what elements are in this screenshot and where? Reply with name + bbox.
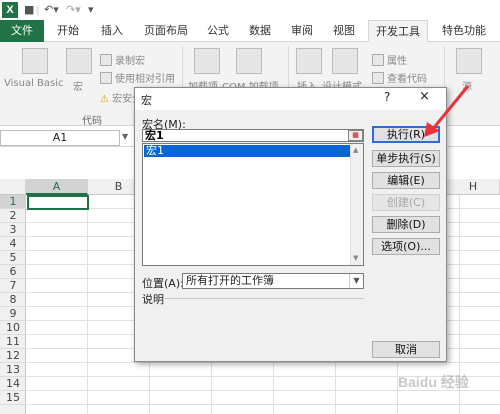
view-code-label: 查看代码 (387, 74, 427, 85)
description-label: 说明 (142, 293, 164, 306)
row-header[interactable]: 6 (0, 265, 26, 279)
dialog-title: 宏 (141, 94, 152, 107)
location-label: 位置(A): (142, 277, 184, 290)
run-button[interactable]: 执行(R) (372, 126, 440, 143)
tab-insert[interactable]: 插入 (92, 20, 132, 42)
create-button[interactable]: 创建(C) (372, 194, 440, 211)
macros-button[interactable]: 宏 (73, 78, 83, 93)
save-icon[interactable]: ■ (24, 3, 34, 17)
scroll-down-icon[interactable]: ▼ (353, 254, 358, 262)
macro-name-input[interactable]: 宏1 (142, 129, 364, 142)
row-header[interactable]: 11 (0, 335, 26, 349)
view-code-icon (372, 72, 384, 84)
title-bar: X ■ | ↶▾ ↷▾ ▾ (0, 0, 500, 20)
range-picker-icon[interactable]: ▦ (348, 130, 363, 141)
com-addins-icon (236, 48, 262, 74)
properties-label: 属性 (387, 56, 407, 67)
record-icon (100, 54, 112, 66)
column-header-a[interactable]: A (26, 179, 88, 195)
name-box[interactable]: A1 (0, 130, 120, 146)
row-header[interactable]: 1 (0, 195, 26, 209)
row-header[interactable]: 5 (0, 251, 26, 265)
row-header[interactable]: 7 (0, 279, 26, 293)
location-select[interactable]: 所有打开的工作簿 ▼ (182, 273, 364, 289)
list-item[interactable]: 宏1 (144, 145, 350, 157)
insert-control-icon (296, 48, 322, 74)
tab-developer[interactable]: 开发工具 (368, 20, 428, 42)
column-header-h[interactable]: H (447, 179, 500, 195)
row-header[interactable]: 14 (0, 377, 26, 391)
description-divider (165, 298, 364, 299)
record-macro-label: 录制宏 (115, 56, 145, 67)
macro-list[interactable]: 宏1 ▲ ▼ (142, 143, 364, 266)
tab-formulas[interactable]: 公式 (200, 20, 236, 42)
properties-button[interactable]: 属性 (372, 52, 407, 67)
row-header[interactable]: 10 (0, 321, 26, 335)
row-headers: 1 2 3 4 5 6 7 8 9 10 11 12 13 14 15 (0, 195, 26, 414)
options-button[interactable]: 选项(O)... (372, 238, 440, 255)
row-header[interactable]: 9 (0, 307, 26, 321)
tab-special[interactable]: 特色功能 (434, 20, 494, 42)
close-button[interactable]: × (419, 89, 430, 104)
row-header[interactable]: 13 (0, 363, 26, 377)
tab-file[interactable]: 文件 (0, 20, 44, 42)
tab-view[interactable]: 视图 (326, 20, 362, 42)
undo-icon[interactable]: ↶▾ (44, 3, 59, 17)
relative-ref-icon (100, 72, 112, 84)
delete-button[interactable]: 删除(D) (372, 216, 440, 233)
visual-basic-button[interactable]: Visual Basic (4, 78, 64, 89)
design-mode-icon (332, 48, 358, 74)
chevron-down-icon[interactable]: ▼ (122, 132, 128, 141)
excel-logo-icon: X (2, 2, 18, 18)
location-value: 所有打开的工作簿 (186, 274, 274, 287)
row-header[interactable]: 12 (0, 349, 26, 363)
customize-icon[interactable]: ▾ (88, 3, 94, 17)
visual-basic-icon (22, 48, 48, 74)
tab-home[interactable]: 开始 (48, 20, 88, 42)
row-header[interactable]: 4 (0, 237, 26, 251)
relative-ref-label: 使用相对引用 (115, 74, 175, 85)
tab-data[interactable]: 数据 (242, 20, 278, 42)
scroll-up-icon[interactable]: ▲ (353, 146, 358, 154)
source-icon (456, 48, 482, 74)
edit-button[interactable]: 编辑(E) (372, 172, 440, 189)
row-header[interactable]: 3 (0, 223, 26, 237)
active-cell-a1[interactable] (27, 195, 89, 210)
view-code-button[interactable]: 查看代码 (372, 70, 427, 85)
ribbon-tabs: 文件 开始 插入 页面布局 公式 数据 审阅 视图 开发工具 特色功能 (0, 20, 500, 42)
watermark: Baidu 经验 (398, 374, 469, 390)
addins-icon (194, 48, 220, 74)
step-into-button[interactable]: 单步执行(S) (372, 150, 440, 167)
warning-icon: ⚠ (100, 94, 109, 105)
source-button[interactable]: 源 (462, 78, 472, 93)
help-button[interactable]: ? (384, 90, 390, 104)
row-header[interactable]: 2 (0, 209, 26, 223)
relative-ref-button[interactable]: 使用相对引用 (100, 70, 175, 85)
record-macro-button[interactable]: 录制宏 (100, 52, 145, 67)
row-header[interactable]: 15 (0, 391, 26, 405)
code-group-label: 代码 (82, 116, 102, 127)
macro-dialog: 宏 ? × 宏名(M): 宏1 ▦ 宏1 ▲ ▼ 位置(A): 所有打开的工作簿… (134, 87, 447, 362)
chevron-down-icon[interactable]: ▼ (349, 274, 363, 288)
quick-access-separator: | (36, 3, 40, 16)
scrollbar[interactable]: ▲ ▼ (350, 144, 363, 265)
row-header[interactable]: 8 (0, 293, 26, 307)
tab-page-layout[interactable]: 页面布局 (138, 20, 194, 42)
dialog-title-bar[interactable]: 宏 ? × (135, 88, 446, 110)
properties-icon (372, 54, 384, 66)
cancel-button[interactable]: 取消 (372, 341, 440, 358)
redo-icon[interactable]: ↷▾ (66, 3, 81, 17)
macros-icon (66, 48, 92, 74)
tab-review[interactable]: 审阅 (284, 20, 320, 42)
select-all-corner[interactable] (0, 179, 26, 195)
